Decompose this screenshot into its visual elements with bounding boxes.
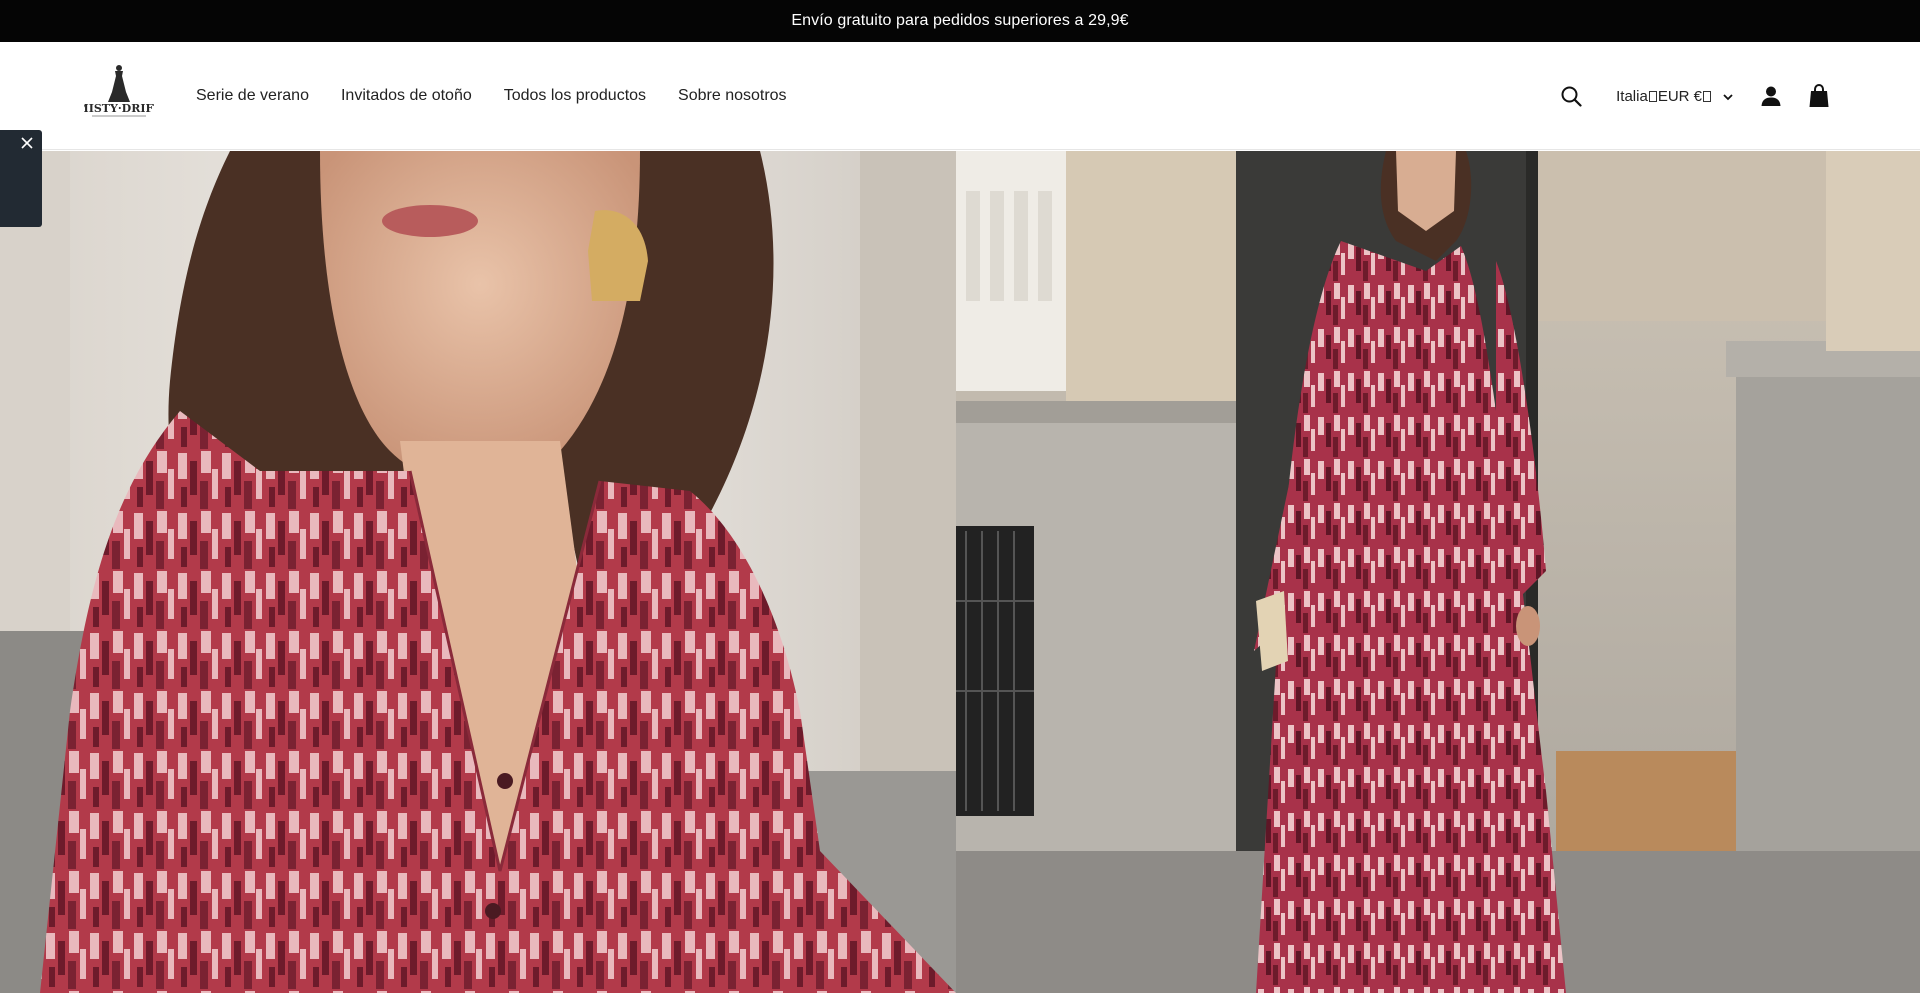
bag-icon[interactable] [1808, 83, 1830, 108]
announcement-bar: Envío gratuito para pedidos superiores a… [0, 0, 1920, 42]
nav-item-serie-de-verano[interactable]: Serie de verano [196, 87, 309, 105]
locale-currency: EUR € [1657, 87, 1702, 105]
separator-glyph [1648, 90, 1657, 102]
hero-image-right [956, 151, 1920, 993]
header-utilities: Italia EUR € [1560, 42, 1830, 150]
user-icon[interactable] [1760, 85, 1782, 107]
nav-item-sobre-nosotros[interactable]: Sobre nosotros [678, 87, 787, 105]
locale-selector[interactable]: Italia EUR € [1616, 88, 1734, 105]
hero-image-left [0, 151, 956, 993]
side-promo-tab[interactable] [0, 130, 42, 227]
logo-graphic: MISTY·DRIFT [77, 65, 162, 117]
svg-text:MISTY·DRIFT: MISTY·DRIFT [84, 102, 154, 115]
announcement-text: Envío gratuito para pedidos superiores a… [791, 12, 1129, 29]
hero-banner[interactable] [0, 151, 1920, 993]
search-icon[interactable] [1560, 85, 1582, 107]
chevron-down-icon [1722, 90, 1734, 102]
locale-country: Italia [1616, 87, 1648, 105]
close-icon[interactable] [20, 136, 34, 150]
main-nav: Serie de verano Invitados de otoño Todos… [196, 42, 819, 150]
separator-glyph [1703, 90, 1711, 102]
brand-logo[interactable]: MISTY·DRIFT [77, 62, 162, 122]
nav-item-todos-los-productos[interactable]: Todos los productos [504, 87, 646, 105]
site-header: MISTY·DRIFT Serie de verano Invitados de… [0, 42, 1920, 150]
nav-item-invitados-de-otono[interactable]: Invitados de otoño [341, 87, 472, 105]
